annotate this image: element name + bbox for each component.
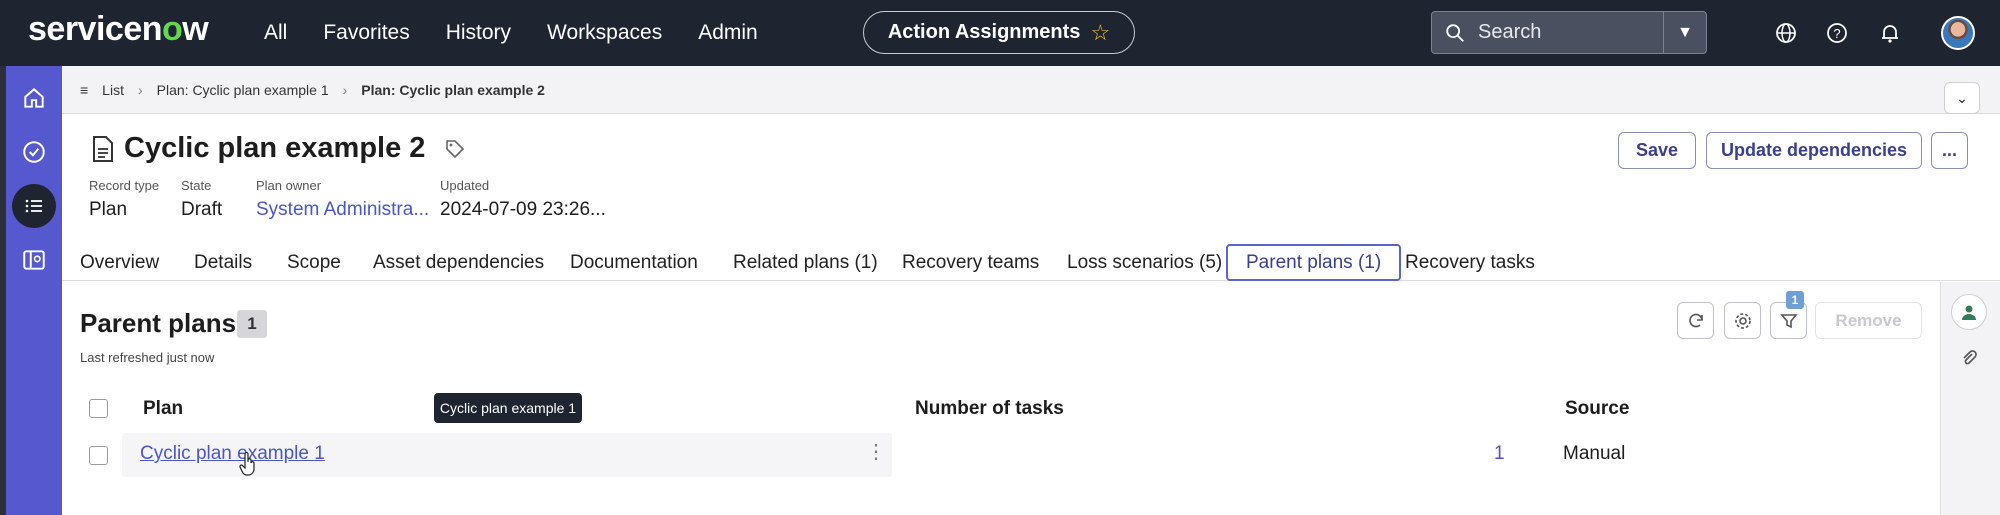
- row-actions-icon[interactable]: ⋮: [866, 442, 886, 462]
- search-icon: [1446, 23, 1464, 42]
- breadcrumb: ≡ List › Plan: Cyclic plan example 1 › P…: [62, 66, 2000, 114]
- paperclip-icon[interactable]: [1951, 340, 1987, 376]
- search-scope-dropdown[interactable]: ▼: [1663, 12, 1706, 53]
- breadcrumb-current: Plan: Cyclic plan example 2: [361, 81, 545, 98]
- list-icon[interactable]: [12, 184, 56, 228]
- nav-favorites[interactable]: Favorites: [323, 21, 409, 45]
- task-count[interactable]: 1: [1494, 443, 1505, 465]
- tab-asset-dependencies[interactable]: Asset dependencies: [355, 244, 562, 281]
- tab-parent-plans[interactable]: Parent plans (1): [1226, 244, 1402, 281]
- user-avatar[interactable]: [1941, 16, 1975, 50]
- save-button[interactable]: Save: [1618, 132, 1696, 169]
- tooltip: Cyclic plan example 1: [434, 393, 582, 423]
- filter-count-badge: 1: [1786, 291, 1804, 309]
- plan-owner-label: Plan owner: [256, 178, 322, 193]
- plan-link[interactable]: Cyclic plan example 1: [140, 443, 325, 465]
- person-icon[interactable]: [1951, 294, 1987, 330]
- check-circle-icon[interactable]: [16, 134, 52, 170]
- breadcrumb-list[interactable]: List: [102, 82, 124, 98]
- gear-icon: [1734, 312, 1751, 329]
- state-label: State: [181, 178, 212, 193]
- page-title: Cyclic plan example 2: [92, 132, 465, 165]
- tab-scope[interactable]: Scope: [269, 244, 359, 281]
- list-menu-icon[interactable]: ≡: [80, 82, 88, 98]
- source-value: Manual: [1563, 443, 1626, 464]
- tab-overview[interactable]: Overview: [62, 244, 177, 281]
- column-header-number-of-tasks[interactable]: Number of tasks: [915, 398, 1064, 420]
- panel-icon[interactable]: [16, 242, 52, 278]
- top-navigation-bar: servicenow All Favorites History Workspa…: [0, 0, 2000, 66]
- main-menu: All Favorites History Workspaces Admin: [264, 0, 794, 66]
- column-header-source[interactable]: Source: [1565, 398, 1629, 420]
- help-icon[interactable]: ?: [1825, 21, 1849, 45]
- record-type-value: Plan: [89, 199, 128, 220]
- more-actions-button[interactable]: ...: [1931, 132, 1968, 169]
- home-icon[interactable]: [16, 80, 52, 116]
- nav-workspaces[interactable]: Workspaces: [547, 21, 662, 45]
- refresh-button[interactable]: [1677, 302, 1714, 339]
- plan-owner-link[interactable]: System Administra...: [256, 199, 429, 221]
- remove-button[interactable]: Remove: [1815, 302, 1922, 339]
- row-checkbox[interactable]: [89, 446, 108, 465]
- globe-icon[interactable]: [1774, 21, 1798, 45]
- global-search[interactable]: Search ▼: [1431, 11, 1707, 54]
- tab-details[interactable]: Details: [176, 244, 270, 281]
- updated-value: 2024-07-09 23:26...: [440, 199, 606, 220]
- nav-admin[interactable]: Admin: [698, 21, 758, 45]
- tab-recovery-tasks[interactable]: Recovery tasks: [1387, 244, 1553, 281]
- tab-loss-scenarios[interactable]: Loss scenarios (5): [1049, 244, 1240, 281]
- record-tabs: Overview Details Scope Asset dependencie…: [62, 244, 2000, 281]
- search-input[interactable]: Search: [1478, 21, 1663, 44]
- tab-related-plans[interactable]: Related plans (1): [715, 244, 896, 281]
- workspace-title-pill[interactable]: Action Assignments ☆: [863, 11, 1135, 54]
- last-refreshed-text: Last refreshed just now: [80, 350, 215, 365]
- tag-icon[interactable]: [445, 139, 465, 159]
- bell-icon[interactable]: [1878, 21, 1902, 45]
- column-header-plan[interactable]: Plan: [143, 398, 183, 420]
- star-icon[interactable]: ☆: [1090, 20, 1110, 46]
- tab-recovery-teams[interactable]: Recovery teams: [884, 244, 1057, 281]
- svg-text:?: ?: [1833, 26, 1840, 41]
- document-icon: [93, 135, 113, 162]
- chevron-right-icon: ›: [137, 81, 143, 98]
- nav-history[interactable]: History: [446, 21, 511, 45]
- left-sidebar: [0, 66, 62, 515]
- section-title: Parent plans: [80, 308, 237, 338]
- filter-icon: [1779, 313, 1798, 328]
- state-value: Draft: [181, 199, 223, 220]
- chevron-right-icon: ›: [342, 81, 348, 98]
- nav-all[interactable]: All: [264, 21, 287, 45]
- count-badge: 1: [237, 310, 267, 338]
- chevron-down-icon[interactable]: ⌄: [1944, 82, 1980, 114]
- refresh-icon: [1688, 313, 1703, 327]
- record-type-label: Record type: [89, 178, 160, 193]
- tab-documentation[interactable]: Documentation: [552, 244, 716, 281]
- select-all-checkbox[interactable]: [89, 399, 108, 418]
- servicenow-logo[interactable]: servicenow: [28, 10, 209, 49]
- breadcrumb-parent[interactable]: Plan: Cyclic plan example 1: [157, 82, 329, 98]
- update-dependencies-button[interactable]: Update dependencies: [1706, 132, 1922, 169]
- settings-button[interactable]: [1724, 302, 1761, 339]
- hand-cursor-icon: [239, 452, 255, 476]
- updated-label: Updated: [440, 178, 490, 193]
